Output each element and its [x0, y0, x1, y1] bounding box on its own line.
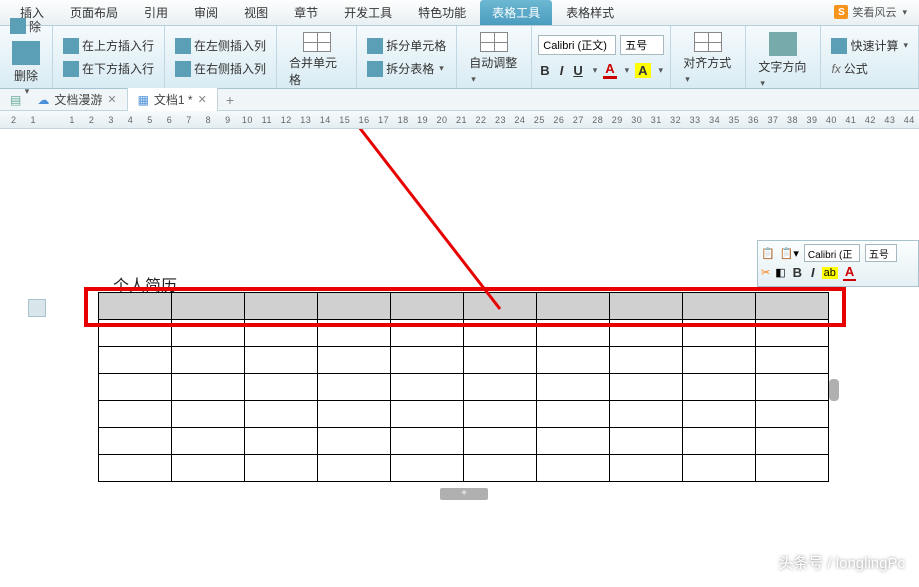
menu-tabs: 插入 页面布局 引用 审阅 视图 章节 开发工具 特色功能 表格工具 表格样式 … — [0, 0, 919, 26]
mini-toolbar[interactable]: 📋 📋▾ ✂ ◧ B I ab A — [757, 240, 919, 287]
user-icon: S — [834, 5, 848, 19]
align-button[interactable]: 对齐方式▾ — [677, 30, 739, 87]
quick-calc-button[interactable]: 快速计算▾ — [827, 35, 912, 56]
merge-cells-button[interactable]: 合并单元格 — [283, 30, 350, 90]
italic-button[interactable]: I — [558, 63, 566, 78]
add-row-button[interactable]: + — [440, 488, 488, 500]
side-grip[interactable] — [829, 379, 839, 401]
mini-italic-button[interactable]: I — [809, 265, 817, 280]
fx-icon: fx — [831, 62, 840, 76]
tab-special[interactable]: 特色功能 — [406, 0, 478, 25]
insert-left-button[interactable]: 在左侧插入列 — [171, 35, 270, 56]
watermark: 头条号 / longlingPc — [778, 552, 905, 573]
tab-chapter[interactable]: 章节 — [282, 0, 330, 25]
user-name: 笑看风云 — [852, 4, 896, 20]
mini-font-select[interactable] — [804, 244, 860, 262]
doc-tab-roam[interactable]: ☁ 文档漫游 ✕ — [27, 88, 127, 111]
brush-icon[interactable]: 📋▾ — [780, 247, 799, 260]
table-row — [99, 374, 829, 401]
table-row — [99, 293, 829, 320]
document-canvas: 个人简历 + 📋 📋▾ ✂ ◧ B I ab A 头条号 / longlingP — [0, 129, 919, 587]
ruler: 2112345678910111213141516171819202122232… — [0, 111, 919, 129]
cloud-icon: ☁ — [37, 93, 49, 107]
doc-icon: ▦ — [138, 93, 149, 107]
font-color-button[interactable]: A — [603, 61, 616, 79]
row-above-icon — [63, 38, 79, 54]
merge-icon — [303, 32, 331, 52]
calc-icon — [831, 38, 847, 54]
text-dir-icon — [769, 32, 797, 56]
table-row — [99, 455, 829, 482]
split-table-icon — [367, 61, 383, 77]
highlight-button[interactable]: A — [635, 63, 650, 78]
close-icon[interactable]: ✕ — [107, 93, 116, 106]
table-row — [99, 401, 829, 428]
table-row — [99, 347, 829, 374]
ribbon: 除 删除▾ 在上方插入行 在下方插入行 在左侧插入列 在右侧插入列 合并单元格 … — [0, 26, 919, 89]
tab-dev[interactable]: 开发工具 — [332, 0, 404, 25]
doc-tab-doc1[interactable]: ▦ 文档1 * ✕ — [128, 88, 218, 111]
bold-button[interactable]: B — [538, 63, 551, 78]
font-name-select[interactable] — [538, 35, 616, 55]
paste-icon[interactable]: 📋 — [761, 247, 775, 260]
chevron-down-icon: ▾ — [902, 7, 907, 18]
formula-button[interactable]: fx公式 — [827, 58, 912, 79]
mini-bold-button[interactable]: B — [791, 265, 804, 280]
col-right-icon — [175, 61, 191, 77]
autofit-icon — [480, 32, 508, 52]
brush-icon — [10, 18, 26, 34]
tab-layout[interactable]: 页面布局 — [58, 0, 130, 25]
col-left-icon — [175, 38, 191, 54]
tab-list-icon[interactable]: ▤ — [4, 93, 27, 107]
close-icon[interactable]: ✕ — [198, 93, 207, 106]
insert-above-button[interactable]: 在上方插入行 — [59, 35, 158, 56]
split-cell-icon — [367, 38, 383, 54]
insert-right-button[interactable]: 在右侧插入列 — [171, 58, 270, 79]
tab-view[interactable]: 视图 — [232, 0, 280, 25]
table-row — [99, 428, 829, 455]
mini-size-select[interactable] — [865, 244, 897, 262]
font-size-select[interactable] — [620, 35, 664, 55]
resume-table[interactable] — [98, 292, 829, 482]
clear-button[interactable]: 除 — [6, 16, 46, 37]
tab-review[interactable]: 审阅 — [182, 0, 230, 25]
text-direction-button[interactable]: 文字方向▾ — [752, 30, 814, 91]
cut-icon[interactable]: ✂ — [761, 266, 770, 279]
split-cell-button[interactable]: 拆分单元格 — [363, 35, 450, 56]
split-table-button[interactable]: 拆分表格▾ — [363, 58, 450, 79]
row-below-icon — [63, 61, 79, 77]
underline-button[interactable]: U — [571, 63, 584, 78]
autofit-button[interactable]: 自动调整▾ — [463, 30, 525, 87]
tab-reference[interactable]: 引用 — [132, 0, 180, 25]
insert-below-button[interactable]: 在下方插入行 — [59, 58, 158, 79]
align-icon — [694, 32, 722, 52]
mini-highlight-button[interactable]: ab — [822, 267, 838, 279]
delete-icon — [12, 41, 40, 65]
user-badge[interactable]: S 笑看风云 ▾ — [834, 4, 907, 20]
mini-font-color-button[interactable]: A — [843, 264, 856, 281]
tab-table-style[interactable]: 表格样式 — [554, 0, 626, 25]
table-row — [99, 320, 829, 347]
tab-table-tools[interactable]: 表格工具 — [480, 0, 552, 25]
format-painter-icon[interactable]: ◧ — [775, 266, 785, 279]
document-tabs: ▤ ☁ 文档漫游 ✕ ▦ 文档1 * ✕ + — [0, 89, 919, 111]
reading-mode-icon[interactable] — [28, 299, 46, 317]
add-tab-button[interactable]: + — [218, 89, 242, 111]
